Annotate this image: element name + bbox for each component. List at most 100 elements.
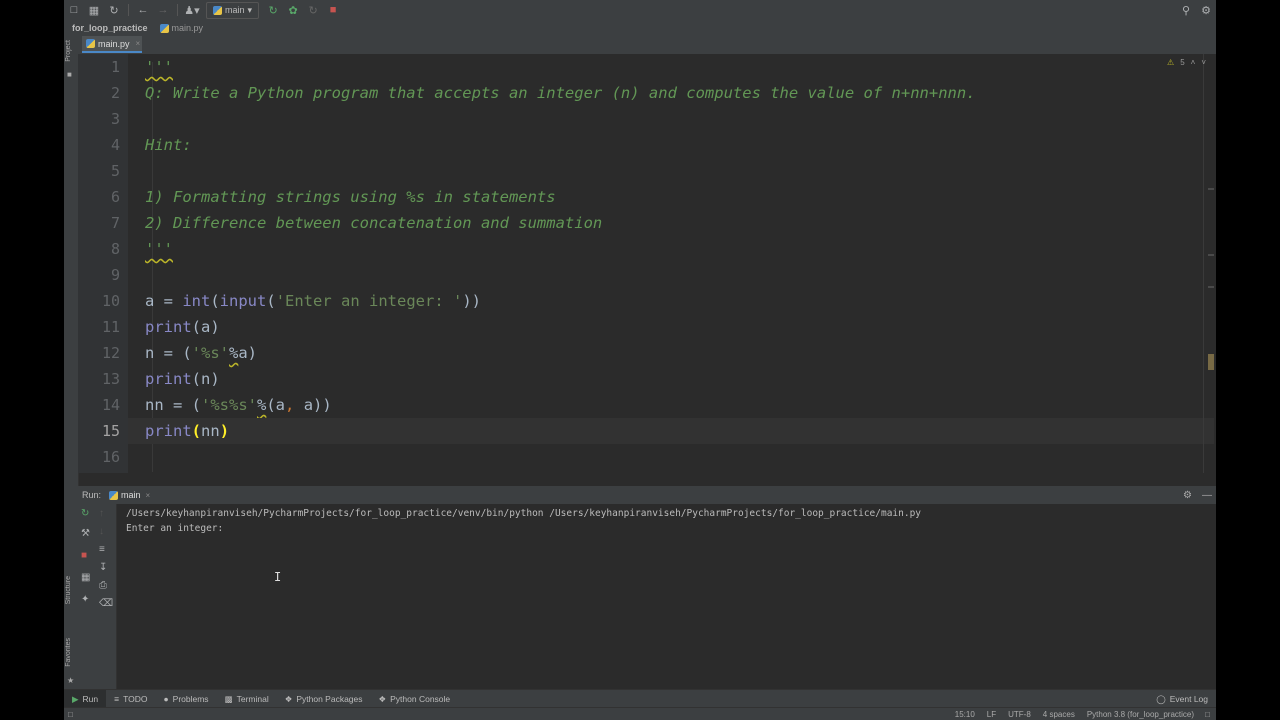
folder-icon[interactable]: □ bbox=[64, 0, 84, 20]
forward-icon[interactable]: → bbox=[153, 0, 173, 20]
settings-icon[interactable]: ⚙ bbox=[1183, 490, 1192, 501]
save-icon[interactable]: ▦ bbox=[84, 0, 104, 20]
problems-icon: ● bbox=[163, 694, 169, 704]
error-stripe-mark[interactable] bbox=[1208, 188, 1214, 190]
code-area[interactable]: ''' Q: Write a Python program that accep… bbox=[128, 54, 1214, 473]
status-interpreter[interactable]: Python 3.8 (for_loop_practice) bbox=[1087, 710, 1194, 719]
tab-problems[interactable]: ● Problems bbox=[156, 694, 217, 704]
arrow-up-icon[interactable]: ↑ bbox=[99, 508, 104, 519]
status-encoding[interactable]: UTF-8 bbox=[1008, 710, 1031, 719]
python-file-icon bbox=[109, 490, 119, 500]
navigation-bar: for_loop_practice main.py bbox=[64, 20, 1216, 36]
code-line: print(a) bbox=[128, 314, 1214, 340]
code-line: Hint: bbox=[145, 136, 192, 154]
python-console-icon: ❖ bbox=[378, 693, 387, 704]
console-line: /Users/keyhanpiranviseh/PycharmProjects/… bbox=[126, 508, 922, 519]
code-token-string: '%s%s' bbox=[201, 396, 257, 414]
structure-tool-button[interactable]: Structure bbox=[65, 576, 72, 604]
run-tool-window: Run: main × ⚙ — ↻ ⚒ ■ ▦ ✦ ↑ ↓ ≡ ↧ ⎙ ⌫ /U… bbox=[78, 486, 1216, 689]
run-tab-label: main bbox=[121, 490, 141, 500]
tab-todo[interactable]: ≡ TODO bbox=[106, 694, 155, 704]
editor-scrollbar[interactable] bbox=[1208, 54, 1214, 473]
coverage-icon[interactable]: ↻ bbox=[303, 0, 323, 20]
terminal-icon: ▩ bbox=[224, 693, 233, 704]
tab-run[interactable]: ▶ Run bbox=[64, 690, 107, 708]
code-token-builtin: print bbox=[145, 422, 192, 440]
code-token: ( bbox=[266, 292, 276, 310]
minimize-icon[interactable]: — bbox=[1202, 490, 1212, 501]
code-token-builtin: int bbox=[182, 292, 211, 310]
rerun-icon[interactable]: ↻ bbox=[81, 508, 89, 519]
tab-python-console[interactable]: ❖ Python Console bbox=[371, 694, 459, 705]
settings-icon[interactable]: ⚙ bbox=[1196, 0, 1216, 20]
toolbar-divider bbox=[128, 4, 129, 16]
line-number: 1 bbox=[110, 58, 120, 76]
scroll-to-end-icon[interactable]: ↧ bbox=[99, 562, 107, 573]
code-token: (a bbox=[266, 396, 286, 414]
code-line: print(n) bbox=[128, 366, 1214, 392]
error-stripe-mark[interactable] bbox=[1208, 286, 1214, 288]
line-number: 11 bbox=[101, 318, 120, 336]
search-icon[interactable]: ⚲ bbox=[1176, 0, 1196, 20]
code-line: ''' bbox=[128, 54, 1214, 80]
code-line: n = ('%s'%a) bbox=[128, 340, 1214, 366]
tab-terminal[interactable]: ▩ Terminal bbox=[217, 694, 277, 705]
back-icon[interactable]: ← bbox=[133, 0, 153, 20]
docstring-quote: ''' bbox=[145, 240, 173, 258]
docstring-quote: ''' bbox=[145, 58, 173, 76]
line-number: 14 bbox=[101, 396, 120, 414]
line-number: 3 bbox=[110, 110, 120, 128]
line-number: 7 bbox=[110, 214, 120, 232]
status-caret-position[interactable]: 15:10 bbox=[955, 710, 975, 719]
debug-icon[interactable]: ✿ bbox=[283, 0, 303, 20]
status-line-separator[interactable]: LF bbox=[987, 710, 996, 719]
lock-icon[interactable]: □ bbox=[1205, 710, 1210, 719]
code-token: (a) bbox=[191, 318, 220, 336]
tab-main-py[interactable]: main.py × bbox=[82, 36, 142, 53]
code-token: (n) bbox=[191, 370, 220, 388]
breadcrumb-project[interactable]: for_loop_practice bbox=[64, 23, 148, 33]
right-margin-guide bbox=[1203, 54, 1204, 473]
line-number: 5 bbox=[110, 162, 120, 180]
status-indent[interactable]: 4 spaces bbox=[1043, 710, 1075, 719]
tab-python-packages-label: Python Packages bbox=[296, 694, 363, 704]
python-file-icon bbox=[86, 39, 95, 48]
breadcrumb-file[interactable]: main.py bbox=[159, 23, 203, 33]
chevron-down-icon[interactable]: ˅ bbox=[1201, 58, 1206, 67]
tab-event-log[interactable]: ◯ Event Log bbox=[1148, 694, 1216, 705]
run-icon[interactable]: ↻ bbox=[263, 0, 283, 20]
error-stripe-mark[interactable] bbox=[1208, 254, 1214, 256]
close-icon[interactable]: × bbox=[146, 491, 151, 500]
chevron-up-icon[interactable]: ˄ bbox=[1191, 58, 1196, 67]
close-icon[interactable]: × bbox=[136, 39, 141, 48]
main-toolbar: □ ▦ ↻ ← → ♟▾ main ▾ ↻ ✿ ↻ ■ ⚲ ⚙ bbox=[64, 0, 1216, 21]
soft-wrap-icon[interactable]: ≡ bbox=[99, 544, 105, 555]
print-icon[interactable]: ⎙ bbox=[99, 580, 107, 591]
toggle-tool-windows-icon[interactable]: □ bbox=[64, 710, 73, 719]
code-editor[interactable]: 1 2 3 4 5 6 7 8 9 10 11 12 13 14 15 16 '… bbox=[78, 54, 1216, 473]
arrow-down-icon[interactable]: ↓ bbox=[99, 526, 104, 537]
run-configuration-selector[interactable]: main ▾ bbox=[206, 1, 260, 19]
wrench-icon[interactable]: ⚒ bbox=[81, 528, 90, 539]
stop-icon[interactable]: ■ bbox=[81, 550, 87, 561]
user-icon[interactable]: ♟▾ bbox=[182, 0, 202, 20]
run-tab-main[interactable]: main × bbox=[109, 490, 150, 500]
tab-python-packages[interactable]: ❖ Python Packages bbox=[277, 694, 371, 705]
trash-icon[interactable]: ⌫ bbox=[99, 598, 113, 609]
packages-icon: ❖ bbox=[284, 693, 293, 704]
project-tool-button[interactable]: Project bbox=[65, 40, 72, 62]
scrollbar-thumb[interactable] bbox=[1208, 354, 1214, 370]
favorites-tool-button[interactable]: Favorites bbox=[65, 638, 72, 667]
code-token-string: 'Enter an integer: ' bbox=[275, 292, 463, 310]
inspection-widget[interactable]: ⚠ 5 ˄ ˅ bbox=[1167, 58, 1206, 67]
tab-python-console-label: Python Console bbox=[390, 694, 451, 704]
console-output[interactable]: /Users/keyhanpiranviseh/PycharmProjects/… bbox=[126, 506, 1206, 686]
pin-icon[interactable]: ✦ bbox=[81, 594, 89, 605]
sync-icon[interactable]: ↻ bbox=[104, 0, 124, 20]
layout-icon[interactable]: ▦ bbox=[81, 572, 90, 583]
stop-icon[interactable]: ■ bbox=[323, 0, 343, 20]
code-line: 1) Formatting strings using %s in statem… bbox=[145, 188, 556, 206]
